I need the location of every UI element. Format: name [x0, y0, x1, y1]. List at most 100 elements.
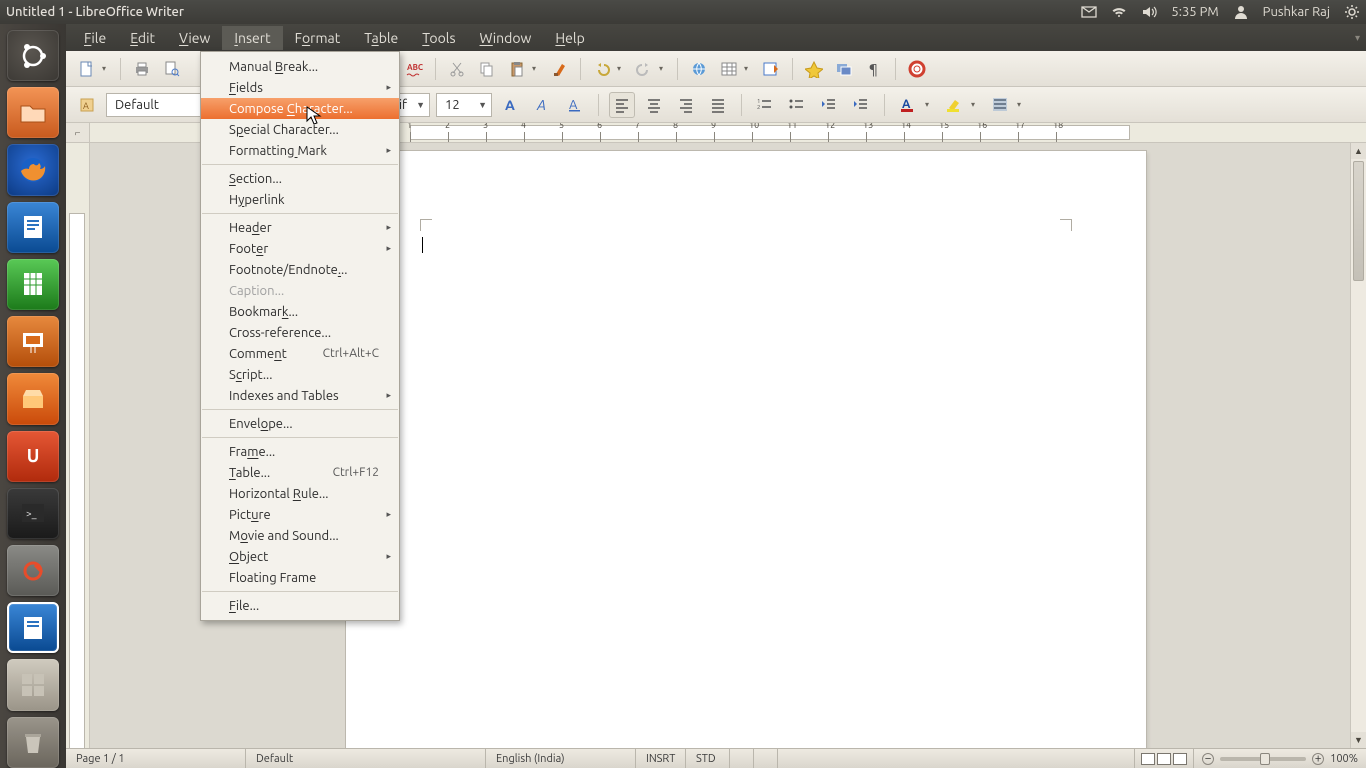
scroll-down-icon[interactable]: ▼: [1351, 732, 1366, 748]
nonprinting-button[interactable]: ¶: [861, 56, 887, 82]
paste-button[interactable]: [504, 56, 530, 82]
zoom-slider[interactable]: [1220, 757, 1306, 761]
new-doc-button[interactable]: [74, 56, 100, 82]
print-button[interactable]: [129, 56, 155, 82]
menu-item-horizontal-rule[interactable]: Horizontal Rule...: [201, 483, 399, 504]
underline-button[interactable]: A: [562, 92, 588, 118]
sound-icon[interactable]: [1141, 4, 1157, 20]
view-mode-icons[interactable]: [1135, 749, 1194, 768]
copy-button[interactable]: [474, 56, 500, 82]
vertical-scrollbar[interactable]: ▲ ▼: [1350, 143, 1366, 748]
launcher-writer-running[interactable]: [7, 602, 59, 653]
menu-item-footnote-endnote[interactable]: Footnote/Endnote...: [201, 259, 399, 280]
table-dropdown[interactable]: ▾: [744, 64, 754, 73]
launcher-workspace[interactable]: [7, 659, 59, 710]
username[interactable]: Pushkar Raj: [1263, 5, 1330, 19]
table-button[interactable]: [716, 56, 742, 82]
align-justify-button[interactable]: [705, 92, 731, 118]
status-style[interactable]: Default: [246, 749, 486, 768]
zoom-out-icon[interactable]: −: [1202, 753, 1214, 765]
bullet-list-button[interactable]: [784, 92, 810, 118]
show-draw-button[interactable]: [758, 56, 784, 82]
font-color-button[interactable]: A: [895, 92, 921, 118]
redo-button[interactable]: [631, 56, 657, 82]
mail-icon[interactable]: [1081, 4, 1097, 20]
menu-item-manual-break[interactable]: Manual Break...: [201, 56, 399, 77]
help-button[interactable]: [904, 56, 930, 82]
new-doc-dropdown[interactable]: ▾: [102, 64, 112, 73]
menu-item-file[interactable]: File...: [201, 595, 399, 616]
bold-button[interactable]: A: [498, 92, 524, 118]
menu-item-frame[interactable]: Frame...: [201, 441, 399, 462]
launcher-software-center[interactable]: [7, 373, 59, 424]
hyperlink-button[interactable]: [686, 56, 712, 82]
undo-dropdown[interactable]: ▾: [617, 64, 627, 73]
launcher-writer[interactable]: [7, 202, 59, 253]
launcher-terminal[interactable]: >_: [7, 488, 59, 539]
launcher-files[interactable]: [7, 87, 59, 138]
launcher-calc[interactable]: [7, 259, 59, 310]
menu-item-comment[interactable]: CommentCtrl+Alt+C: [201, 343, 399, 364]
menu-item-compose-character[interactable]: Compose Character...: [201, 98, 399, 119]
view-single-icon[interactable]: [1141, 753, 1155, 765]
styles-button[interactable]: A: [74, 92, 100, 118]
zoom-in-icon[interactable]: +: [1312, 753, 1324, 765]
menu-item-indexes-and-tables[interactable]: Indexes and Tables▸: [201, 385, 399, 406]
view-multi-icon[interactable]: [1157, 753, 1171, 765]
launcher-firefox[interactable]: [7, 144, 59, 195]
menu-item-bookmark[interactable]: Bookmark...: [201, 301, 399, 322]
align-right-button[interactable]: [673, 92, 699, 118]
increase-indent-button[interactable]: [848, 92, 874, 118]
print-preview-button[interactable]: [159, 56, 185, 82]
status-page[interactable]: Page 1 / 1: [66, 749, 246, 768]
bg-color-button[interactable]: [987, 92, 1013, 118]
highlight-button[interactable]: [941, 92, 967, 118]
paste-dropdown[interactable]: ▾: [532, 64, 542, 73]
menu-item-footer[interactable]: Footer▸: [201, 238, 399, 259]
clock[interactable]: 5:35 PM: [1171, 5, 1218, 19]
wifi-icon[interactable]: [1111, 4, 1127, 20]
menu-item-envelope[interactable]: Envelope...: [201, 413, 399, 434]
menu-tools[interactable]: Tools: [410, 26, 467, 50]
menu-window[interactable]: Window: [468, 26, 544, 50]
decrease-indent-button[interactable]: [816, 92, 842, 118]
autospell-button[interactable]: ABC: [401, 56, 427, 82]
menu-edit[interactable]: Edit: [118, 26, 167, 50]
status-language[interactable]: English (India): [486, 749, 636, 768]
menu-item-floating-frame[interactable]: Floating Frame: [201, 567, 399, 588]
menu-item-special-character[interactable]: Special Character...: [201, 119, 399, 140]
font-size-combo[interactable]: 12▼: [436, 93, 492, 117]
scroll-thumb[interactable]: [1353, 161, 1364, 281]
menu-item-object[interactable]: Object▸: [201, 546, 399, 567]
navigator-button[interactable]: [801, 56, 827, 82]
bg-color-dropdown[interactable]: ▾: [1017, 100, 1027, 109]
launcher-settings[interactable]: [7, 545, 59, 596]
menu-format[interactable]: Format: [283, 26, 353, 50]
menu-item-fields[interactable]: Fields▸: [201, 77, 399, 98]
menu-item-script[interactable]: Script...: [201, 364, 399, 385]
status-selection-mode[interactable]: STD: [686, 749, 730, 768]
align-center-button[interactable]: [641, 92, 667, 118]
highlight-dropdown[interactable]: ▾: [971, 100, 981, 109]
menu-item-header[interactable]: Header▸: [201, 217, 399, 238]
view-book-icon[interactable]: [1173, 753, 1187, 765]
numbered-list-button[interactable]: 12: [752, 92, 778, 118]
menu-item-movie-and-sound[interactable]: Movie and Sound...: [201, 525, 399, 546]
menu-view[interactable]: View: [167, 26, 222, 50]
gallery-button[interactable]: [831, 56, 857, 82]
redo-dropdown[interactable]: ▾: [659, 64, 669, 73]
launcher-trash[interactable]: [7, 717, 59, 768]
zoom-value[interactable]: 100%: [1330, 753, 1358, 765]
menu-insert[interactable]: Insert: [222, 26, 282, 50]
menu-item-cross-reference[interactable]: Cross-reference...: [201, 322, 399, 343]
status-signature-icon[interactable]: [754, 749, 778, 768]
italic-button[interactable]: A: [530, 92, 556, 118]
font-color-dropdown[interactable]: ▾: [925, 100, 935, 109]
launcher-ubuntu-one[interactable]: U: [7, 431, 59, 482]
menu-item-picture[interactable]: Picture▸: [201, 504, 399, 525]
menu-item-table[interactable]: Table...Ctrl+F12: [201, 462, 399, 483]
menu-item-hyperlink[interactable]: Hyperlink: [201, 189, 399, 210]
scroll-up-icon[interactable]: ▲: [1351, 143, 1366, 159]
format-paintbrush-button[interactable]: [546, 56, 572, 82]
menu-table[interactable]: Table: [352, 26, 410, 50]
